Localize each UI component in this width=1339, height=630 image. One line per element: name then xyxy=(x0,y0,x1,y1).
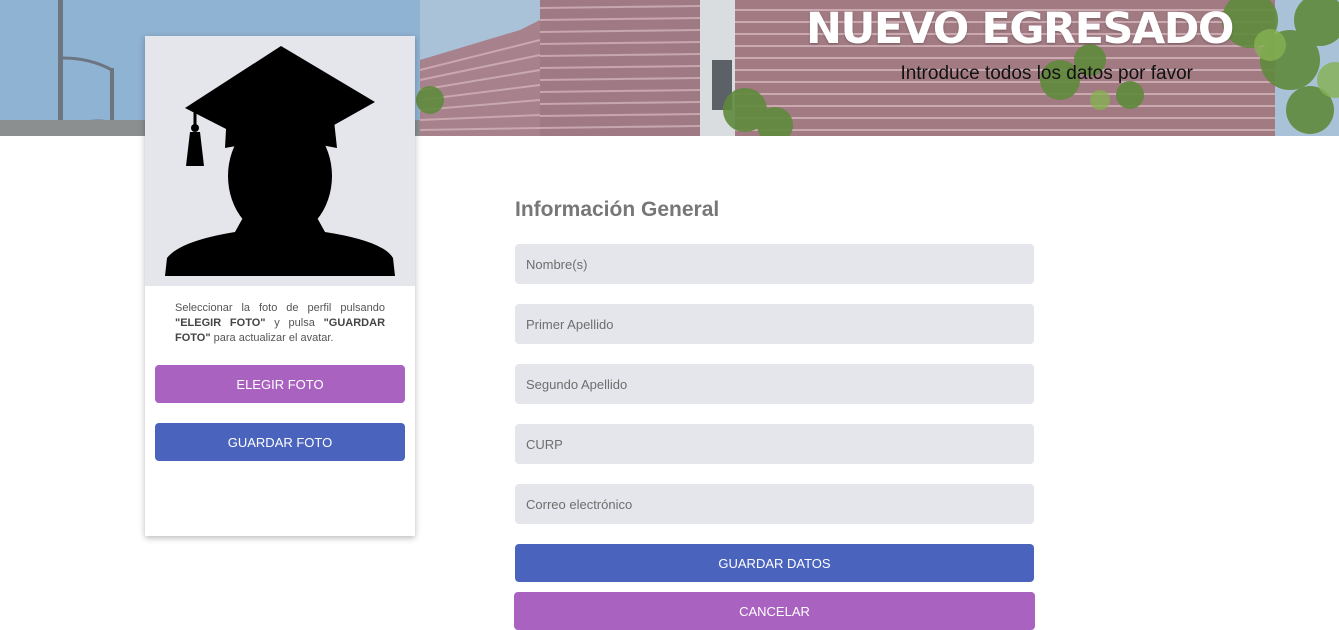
cancel-button[interactable]: CANCELAR xyxy=(514,592,1035,630)
page-subtitle: Introduce todos los datos por favor xyxy=(900,63,1193,84)
choose-photo-button[interactable]: ELEGIR FOTO xyxy=(155,365,405,403)
photo-instructions: Seleccionar la foto de perfil pulsando "… xyxy=(175,302,386,344)
curp-input[interactable] xyxy=(515,424,1034,464)
profile-card: Seleccionar la foto de perfil pulsando "… xyxy=(145,36,415,536)
save-data-button[interactable]: GUARDAR DATOS xyxy=(515,544,1034,582)
second-surname-input[interactable] xyxy=(515,364,1034,404)
graduate-silhouette-icon xyxy=(165,46,395,276)
page-title: NUEVO EGRESADO xyxy=(806,4,1234,54)
first-surname-input[interactable] xyxy=(515,304,1034,344)
form-section-title: Información General xyxy=(515,198,720,221)
first-name-input[interactable] xyxy=(515,244,1034,284)
save-photo-button[interactable]: GUARDAR FOTO xyxy=(155,423,405,461)
avatar xyxy=(145,36,415,286)
email-input[interactable] xyxy=(515,484,1034,524)
